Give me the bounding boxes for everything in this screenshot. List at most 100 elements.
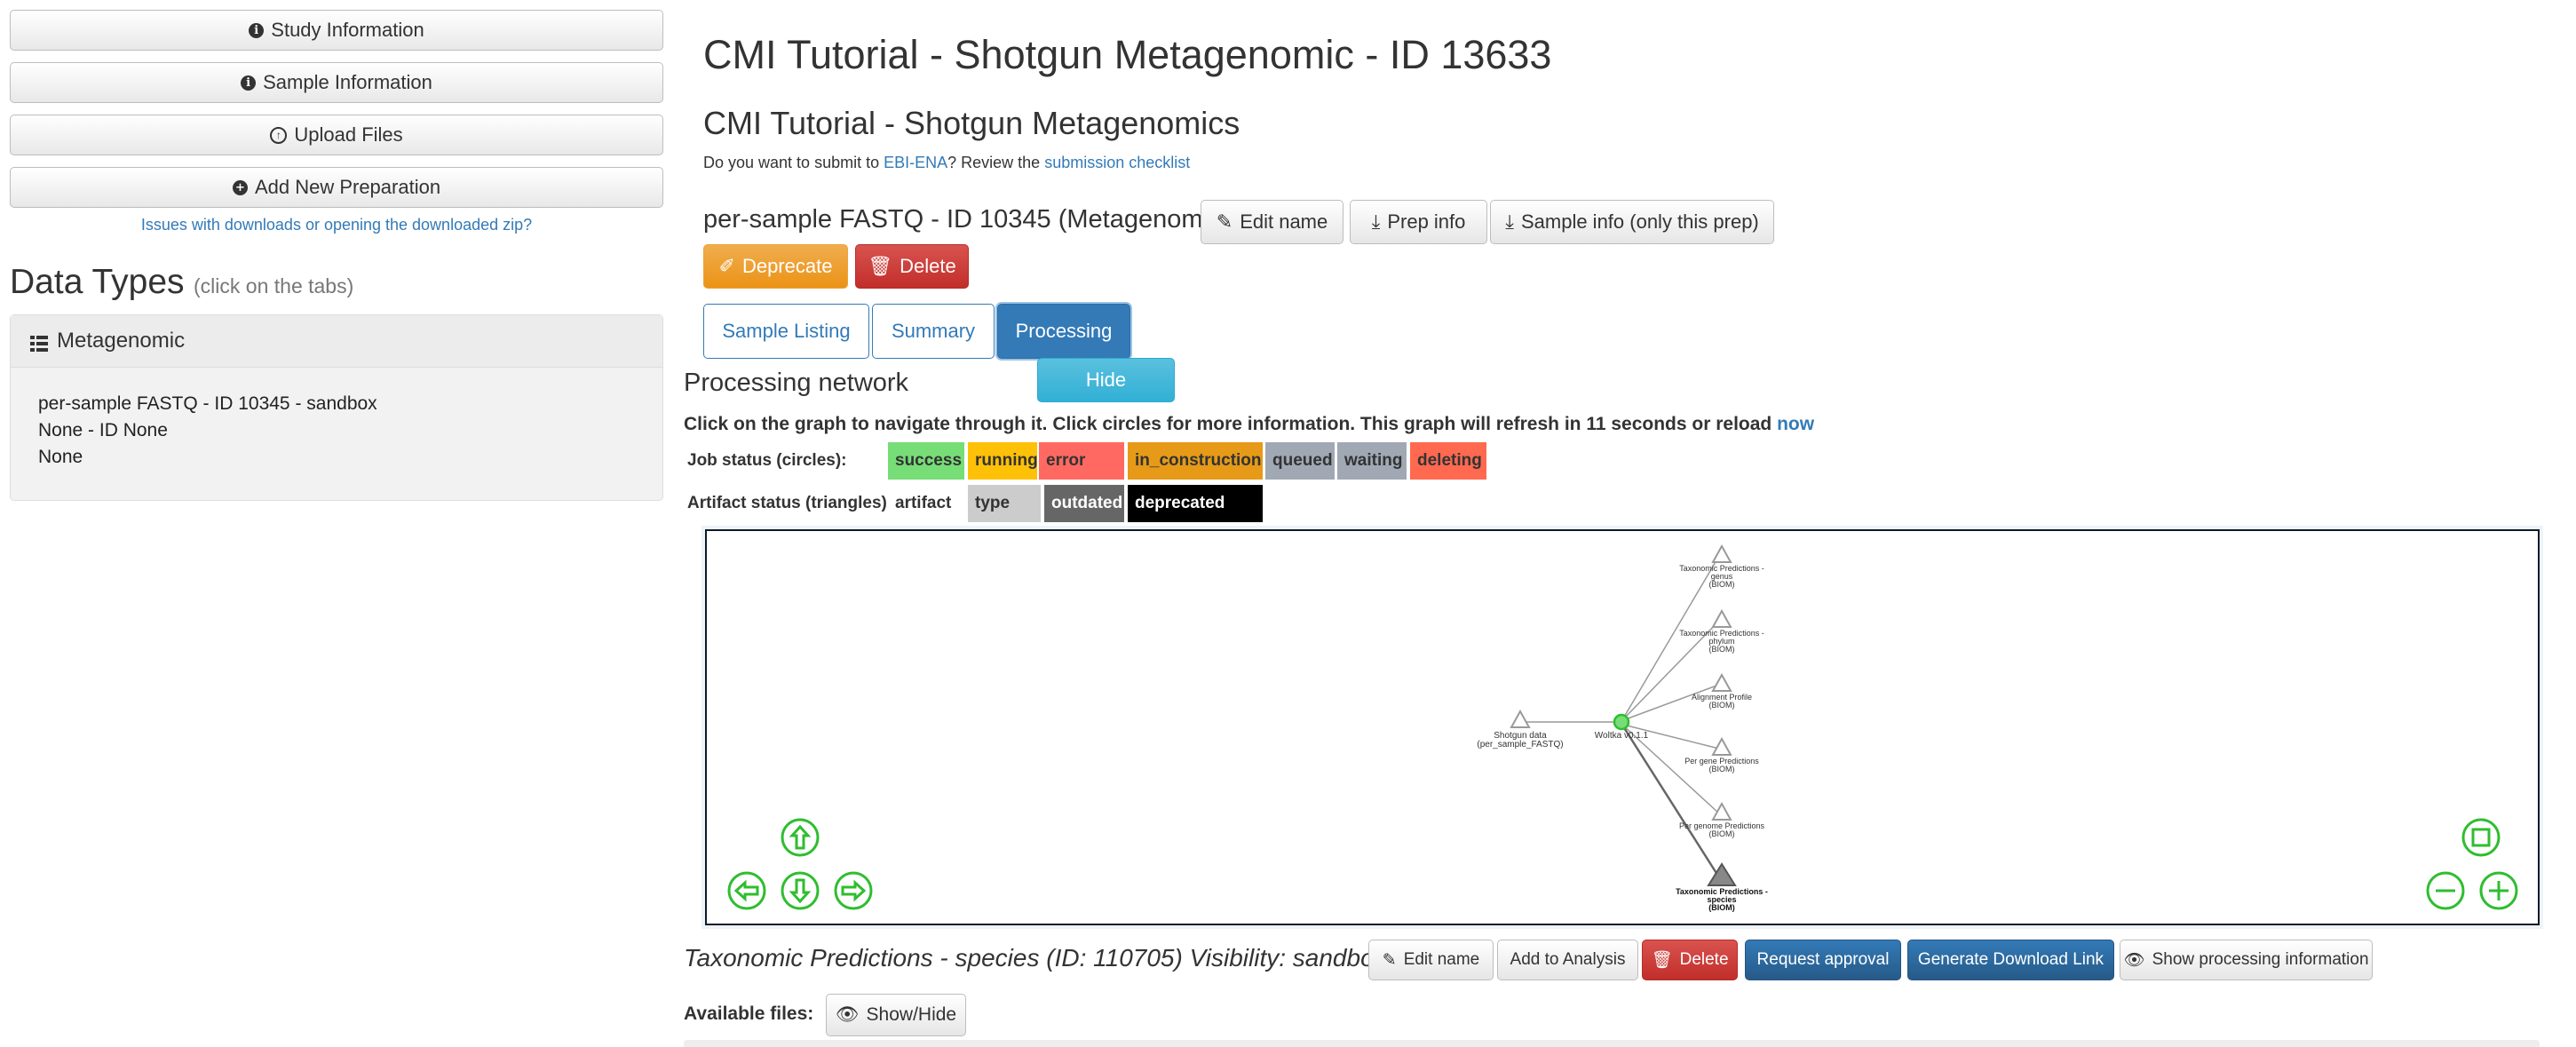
artifact-status-outdated: outdated (1044, 485, 1124, 522)
processing-network-title: Processing network (684, 369, 909, 397)
deprecate-label: Deprecate (741, 255, 833, 277)
output-artifact-node (1711, 736, 1732, 756)
tab-processing[interactable]: Processing (997, 304, 1130, 359)
eye-icon: 👁 (2123, 951, 2145, 970)
metagenomic-header[interactable]: Metagenomic (11, 315, 662, 368)
output-artifact-node (1711, 801, 1732, 821)
show-processing-info-button[interactable]: 👁 Show processing information (2120, 940, 2373, 980)
submit-mid: ? Review the (947, 154, 1045, 171)
artifact-title: Taxonomic Predictions - species (ID: 110… (684, 944, 1387, 972)
issues-download-link[interactable]: Issues with downloads or opening the dow… (0, 216, 673, 234)
add-new-preparation-label: Add New Preparation (254, 176, 441, 198)
fit-icon (2471, 828, 2491, 847)
sample-info-button[interactable]: ⤓ Sample info (only this prep) (1490, 200, 1774, 244)
upload-icon: ↑ (270, 126, 288, 144)
output-artifact-node (1711, 608, 1732, 628)
upload-files-button[interactable]: ↑ Upload Files (10, 115, 663, 155)
list-icon (30, 333, 48, 352)
data-types-panel: Metagenomic per-sample FASTQ - ID 10345 … (10, 314, 663, 501)
tab-sample-listing[interactable]: Sample Listing (703, 304, 869, 359)
study-subtitle: CMI Tutorial - Shotgun Metagenomics (703, 105, 1240, 141)
job-status-in-construction: in_construction (1128, 442, 1263, 480)
selected-artifact-label: Taxonomic Predictions - species (BIOM) (1676, 887, 1768, 912)
trash-icon: 🗑 (1651, 951, 1673, 970)
study-title: CMI Tutorial - Shotgun Metagenomic - ID … (703, 32, 1552, 77)
download-icon: ⤓ (1505, 210, 1514, 233)
output-artifact-label: Alignment Profile (BIOM) (1691, 693, 1753, 710)
trash-icon: 🗑 (868, 255, 893, 277)
graph-note-text: Click on the graph to navigate through i… (684, 414, 1778, 434)
data-types-title: Data Types (10, 263, 185, 301)
artifact-status-artifact: artifact (888, 485, 964, 522)
artifact-delete-label: Delete (1679, 950, 1729, 969)
files-panel (684, 1040, 2540, 1047)
artifact-edit-name-label: Edit name (1403, 950, 1480, 969)
output-artifact-label: Taxonomic Predictions - genus (BIOM) (1679, 564, 1764, 589)
hide-button[interactable]: Hide (1037, 358, 1175, 402)
reload-now-link[interactable]: now (1777, 414, 1814, 434)
input-artifact-node (1510, 709, 1531, 728)
prep-item[interactable]: None (38, 444, 662, 471)
upload-files-label: Upload Files (294, 123, 403, 146)
prep-info-label: Prep info (1387, 210, 1466, 233)
eye-icon: 👁 (835, 1004, 860, 1025)
output-artifact-label: Per gene Predictions (BIOM) (1684, 757, 1759, 773)
arrow-right-icon (841, 879, 867, 902)
submission-note: Do you want to submit to EBI-ENA? Review… (703, 154, 1190, 172)
sample-information-label: Sample Information (263, 71, 432, 93)
pencil-icon: ✎ (1216, 210, 1233, 233)
plus-icon: + (232, 179, 248, 195)
show-hide-files-button[interactable]: 👁 Show/Hide (826, 994, 966, 1036)
processing-graph[interactable]: Shotgun data (per_sample_FASTQ) Woltka v… (705, 529, 2540, 925)
metagenomic-label: Metagenomic (57, 329, 186, 353)
request-approval-button[interactable]: Request approval (1745, 940, 1901, 980)
edit-name-label: Edit name (1240, 210, 1328, 233)
submit-prefix: Do you want to submit to (703, 154, 884, 171)
available-files-label: Available files: (684, 1003, 814, 1024)
job-status-waiting: waiting (1337, 442, 1407, 480)
data-types-hint: (click on the tabs) (194, 274, 354, 297)
deprecate-button[interactable]: ✐ Deprecate (703, 244, 848, 289)
fit-control (2461, 818, 2501, 857)
delete-prep-button[interactable]: 🗑 Delete (855, 244, 969, 289)
data-types-heading: Data Types (click on the tabs) (10, 263, 353, 302)
info-icon: i (241, 75, 257, 91)
artifact-delete-button[interactable]: 🗑 Delete (1642, 940, 1738, 980)
prep-info-button[interactable]: ⤓ Prep info (1350, 200, 1487, 244)
generate-download-link-button[interactable]: Generate Download Link (1907, 940, 2114, 980)
job-status-error: error (1039, 442, 1124, 480)
edit-name-button[interactable]: ✎ Edit name (1201, 200, 1343, 244)
output-artifact-node (1711, 672, 1732, 692)
show-processing-label: Show processing information (2152, 950, 2369, 969)
artifact-status-type: type (968, 485, 1041, 522)
info-icon: i (249, 22, 265, 38)
output-artifact-node (1711, 543, 1732, 563)
add-to-analysis-button[interactable]: Add to Analysis (1497, 940, 1638, 980)
show-hide-label: Show/Hide (866, 1004, 957, 1025)
graph-note: Click on the graph to navigate through i… (684, 414, 1814, 435)
job-node-label: Woltka v0.1.1 (1594, 731, 1649, 741)
delete-prep-label: Delete (900, 255, 956, 277)
pin-icon: ✐ (718, 255, 735, 277)
artifact-edit-name-button[interactable]: ✎ Edit name (1368, 940, 1494, 980)
sample-info-label: Sample info (only this prep) (1520, 210, 1759, 233)
study-information-button[interactable]: i Study Information (10, 10, 663, 51)
ebi-ena-link[interactable]: EBI-ENA (884, 154, 947, 171)
job-node (1613, 713, 1630, 731)
sample-information-button[interactable]: i Sample Information (10, 62, 663, 103)
pencil-icon: ✎ (1382, 950, 1397, 970)
prep-item[interactable]: per-sample FASTQ - ID 10345 - sandbox (38, 391, 662, 417)
output-artifact-label: Per genome Predictions (BIOM) (1678, 821, 1765, 838)
add-new-preparation-button[interactable]: + Add New Preparation (10, 167, 663, 208)
arrow-left-icon (733, 879, 759, 902)
artifact-status-deprecated: deprecated (1128, 485, 1263, 522)
arrow-down-icon (789, 878, 812, 904)
tab-summary[interactable]: Summary (872, 304, 995, 359)
download-icon: ⤓ (1371, 210, 1381, 233)
prep-item[interactable]: None - ID None (38, 417, 662, 444)
study-information-label: Study Information (271, 19, 424, 41)
job-status-deleting: deleting (1410, 442, 1486, 480)
job-status-label: Job status (circles): (687, 451, 847, 470)
job-status-queued: queued (1265, 442, 1335, 480)
submission-checklist-link[interactable]: submission checklist (1044, 154, 1190, 171)
